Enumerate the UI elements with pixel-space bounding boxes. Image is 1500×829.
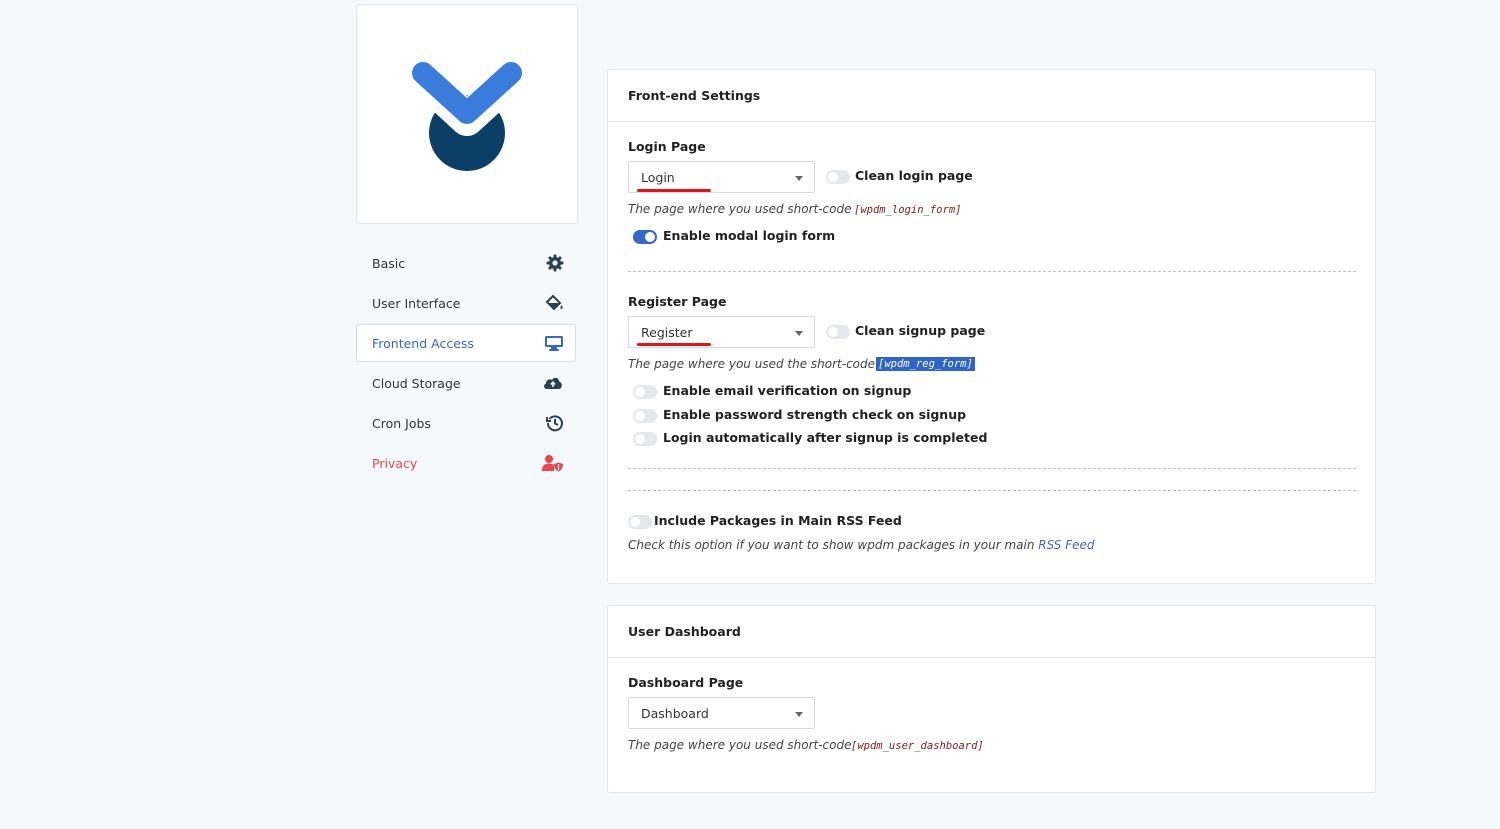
chevron-down-icon	[795, 331, 803, 336]
clean-signup-label: Clean signup page	[855, 323, 986, 338]
nav-item-user-interface[interactable]: User Interface	[356, 284, 576, 322]
card-title: User Dashboard	[608, 606, 1375, 658]
dashboard-shortcode: [wpdm_user_dashboard]	[851, 740, 984, 752]
monitor-icon	[544, 334, 564, 352]
user-dashboard-card: User Dashboard Dashboard Page Dashboard …	[607, 605, 1376, 793]
nav-item-privacy[interactable]: Privacy	[356, 444, 576, 482]
divider	[628, 468, 1356, 469]
dashboard-page-label: Dashboard Page	[628, 675, 744, 690]
cloud-upload-icon	[542, 374, 564, 392]
divider	[628, 490, 1356, 491]
dashboard-page-select[interactable]: Dashboard	[628, 697, 815, 729]
nav-item-label: Basic	[372, 255, 406, 271]
nav-item-frontend-access[interactable]: Frontend Access	[356, 324, 576, 362]
modal-login-label: Enable modal login form	[663, 228, 836, 243]
rss-feed-link[interactable]: RSS Feed	[1038, 538, 1094, 552]
rss-feed-label: Include Packages in Main RSS Feed	[654, 513, 902, 528]
login-page-label: Login Page	[628, 139, 706, 154]
login-page-value: Login	[641, 169, 675, 185]
modal-login-toggle[interactable]	[633, 230, 657, 244]
password-strength-label: Enable password strength check on signup	[663, 407, 967, 422]
login-shortcode: [wpdm_login_form]	[854, 204, 962, 216]
history-icon	[546, 414, 564, 432]
nav-item-label: Cron Jobs	[372, 415, 431, 431]
frontend-settings-card: Front-end Settings Login Page Login Clea…	[607, 69, 1376, 584]
login-hint: The page where you used short-code	[628, 202, 852, 216]
clean-login-label: Clean login page	[855, 168, 973, 183]
red-underline-annotation	[637, 189, 711, 192]
dashboard-hint: The page where you used short-code	[628, 738, 852, 752]
rss-feed-toggle[interactable]	[628, 515, 652, 529]
nav-item-label: Frontend Access	[372, 335, 474, 351]
red-underline-annotation	[637, 343, 711, 346]
card-title: Front-end Settings	[608, 70, 1375, 122]
email-verification-toggle[interactable]	[633, 385, 657, 399]
user-shield-icon	[542, 454, 564, 472]
clean-signup-toggle[interactable]	[826, 325, 850, 339]
auto-login-label: Login automatically after signup is comp…	[663, 430, 988, 445]
auto-login-toggle[interactable]	[633, 432, 657, 446]
register-shortcode: [wpdm_reg_form]	[876, 357, 975, 371]
chevron-down-icon	[795, 712, 803, 717]
register-page-label: Register Page	[628, 294, 727, 309]
register-page-value: Register	[641, 324, 693, 340]
nav-item-label: Privacy	[372, 455, 418, 471]
nav-item-label: User Interface	[372, 295, 461, 311]
nav-item-cron-jobs[interactable]: Cron Jobs	[356, 404, 576, 442]
dashboard-page-value: Dashboard	[641, 705, 709, 721]
nav-item-cloud-storage[interactable]: Cloud Storage	[356, 364, 576, 402]
rss-hint-text: Check this option if you want to show wp…	[628, 538, 1035, 552]
chevron-down-icon	[795, 176, 803, 181]
password-strength-toggle[interactable]	[633, 409, 657, 423]
email-verification-label: Enable email verification on signup	[663, 383, 912, 398]
nav-item-basic[interactable]: Basic	[356, 244, 576, 282]
wpdm-logo	[409, 57, 527, 171]
paint-bucket-icon	[544, 294, 564, 312]
clean-login-toggle[interactable]	[826, 170, 850, 184]
register-hint: The page where you used the short-code	[628, 357, 876, 371]
gear-icon	[546, 254, 564, 272]
nav-item-label: Cloud Storage	[372, 375, 461, 391]
rss-hint: Check this option if you want to show wp…	[628, 538, 1095, 552]
settings-nav: Basic User Interface Frontend Access Clo…	[356, 244, 576, 484]
divider	[628, 271, 1356, 272]
logo-card	[356, 4, 578, 224]
